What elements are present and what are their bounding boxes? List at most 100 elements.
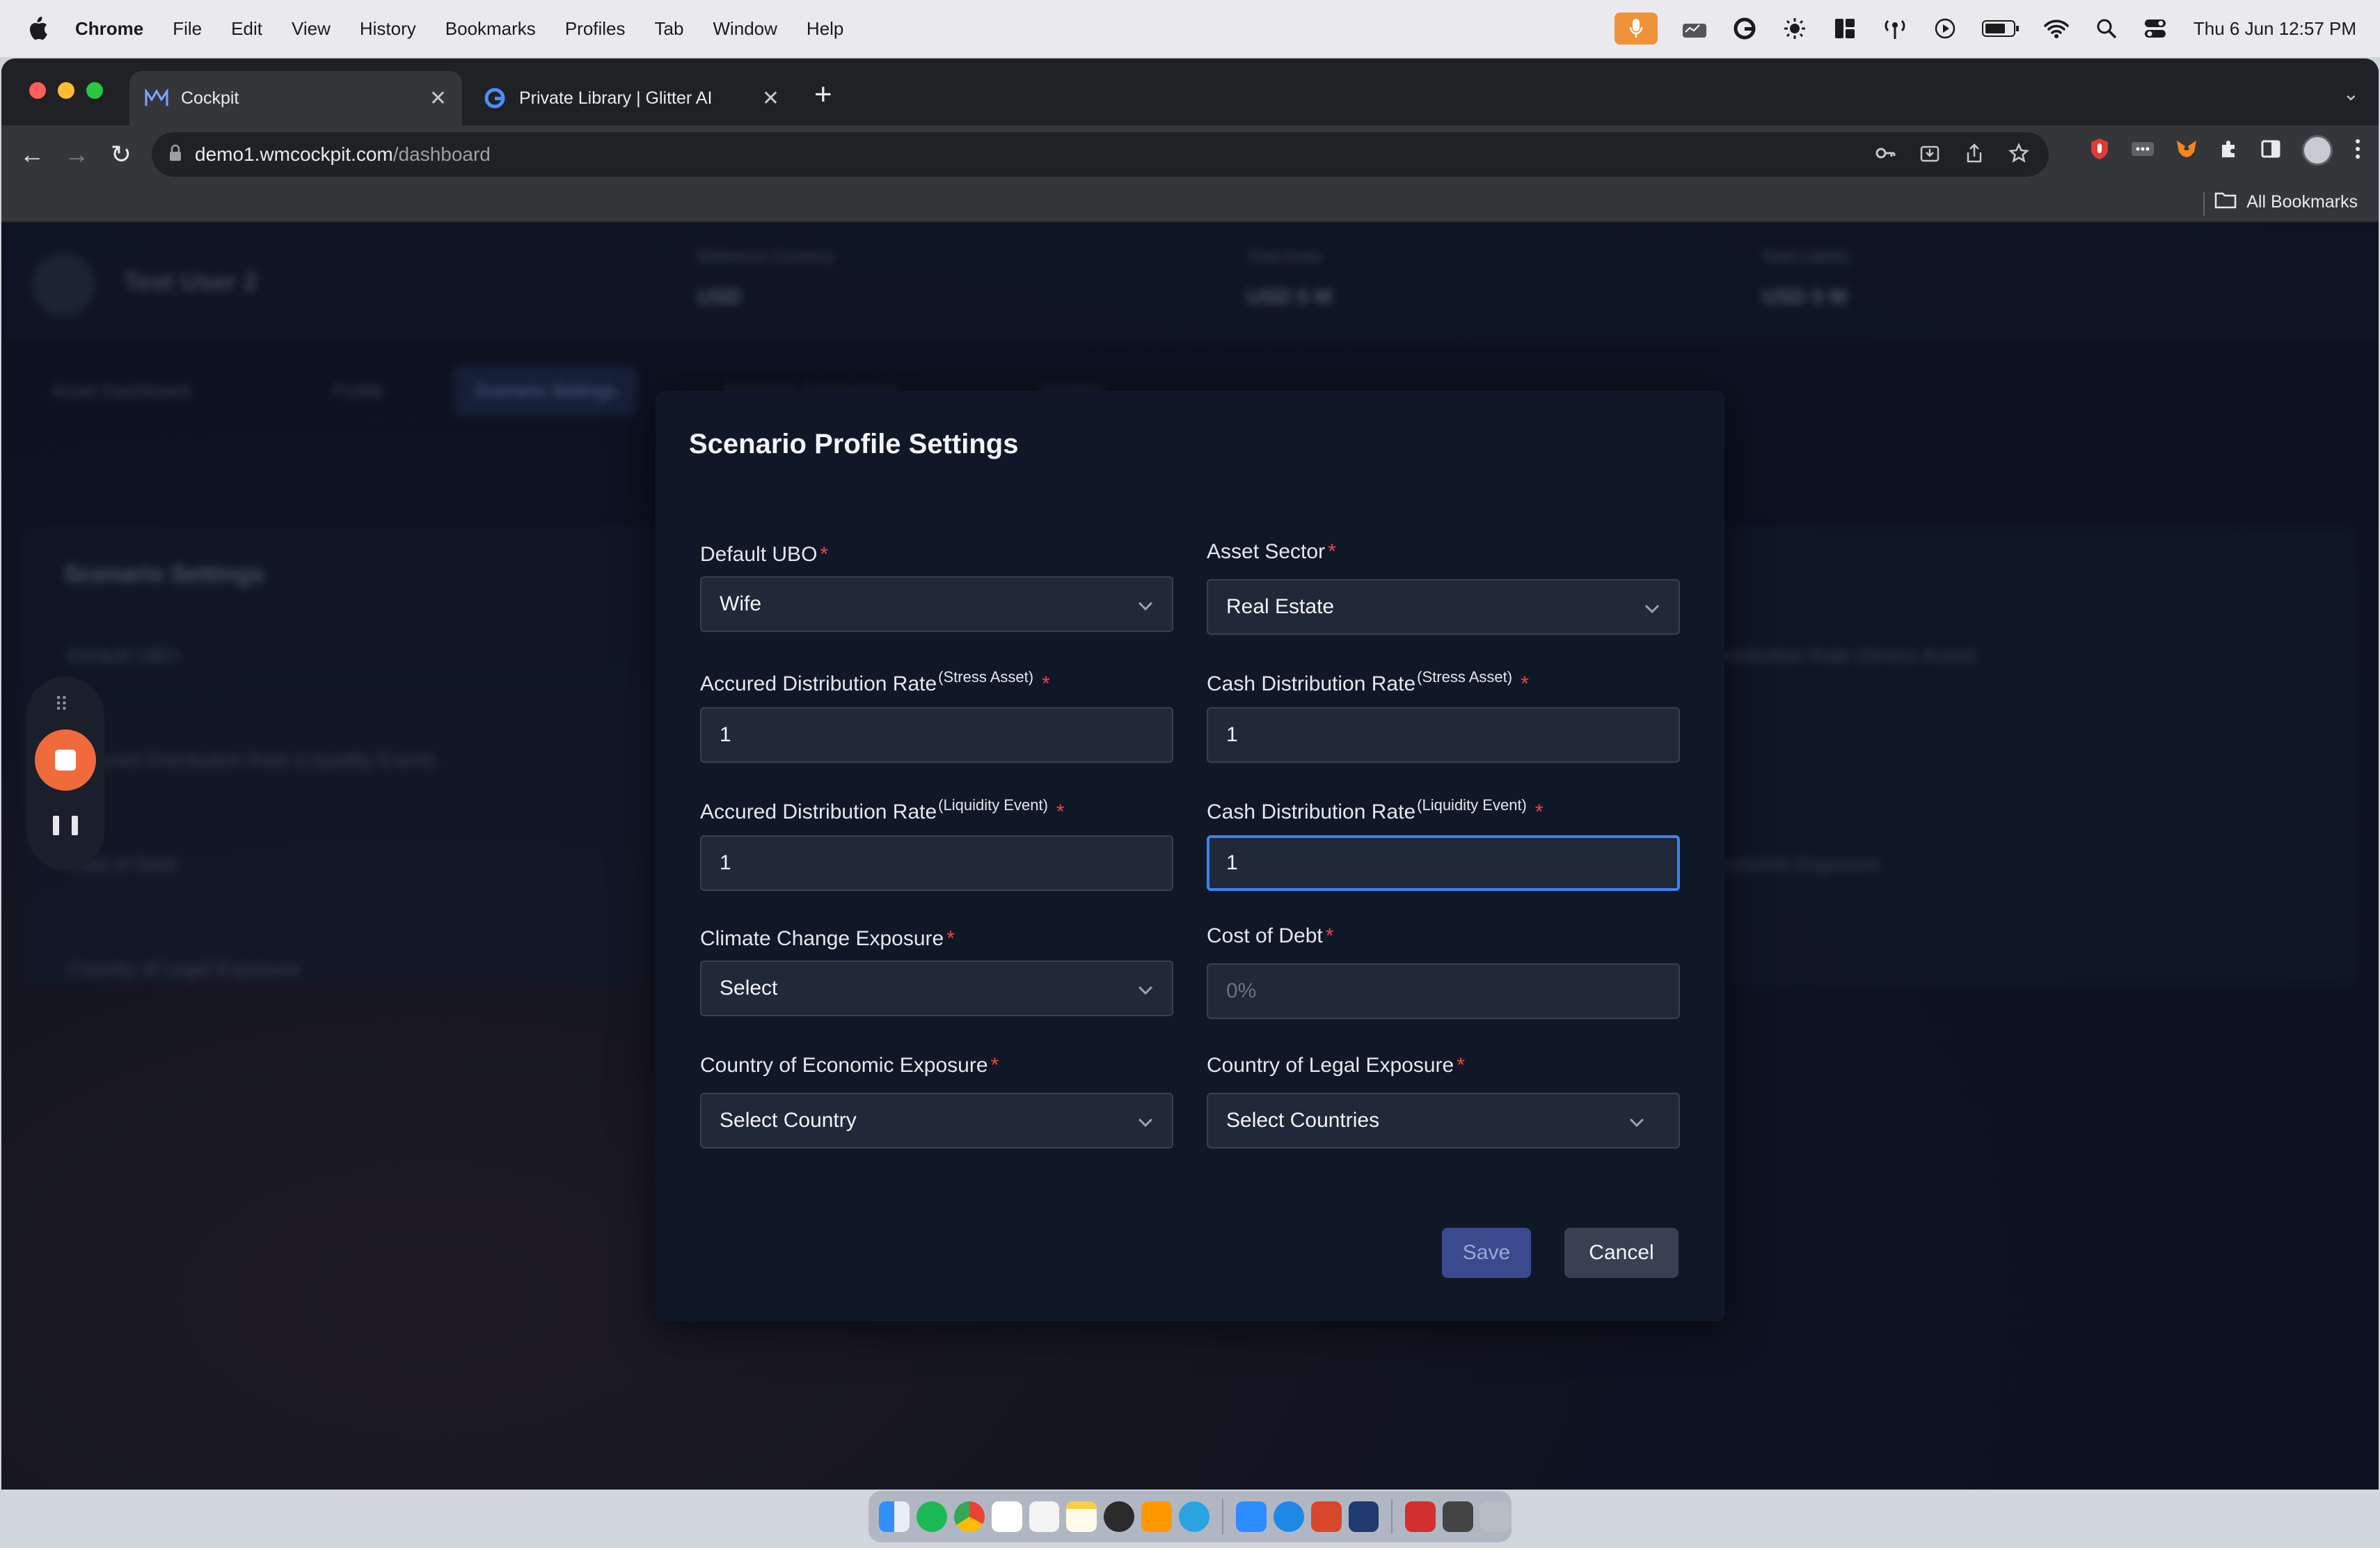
metamask-fox-icon[interactable] — [2175, 139, 2198, 163]
menu-app-name[interactable]: Chrome — [75, 18, 143, 40]
play-icon[interactable] — [1932, 15, 1958, 42]
spotify-icon[interactable] — [916, 1501, 947, 1532]
profile-avatar[interactable] — [2302, 135, 2333, 166]
tab-search-chevron-icon[interactable]: ⌄ — [2343, 82, 2359, 105]
microphone-icon[interactable] — [1614, 13, 1658, 45]
label-accured-distribution-liquidity: Accured Distribution Rate(Liquidity Even… — [700, 796, 1065, 823]
spotlight-search-icon[interactable] — [2093, 15, 2120, 42]
lock-icon[interactable] — [168, 144, 182, 166]
menu-bookmarks[interactable]: Bookmarks — [445, 18, 536, 40]
window-controls — [29, 82, 103, 99]
install-app-icon[interactable] — [1919, 143, 1940, 167]
address-bar[interactable]: demo1.wmcockpit.com/dashboard — [152, 132, 2049, 177]
chatgpt-icon[interactable] — [1104, 1501, 1135, 1532]
chrome-icon[interactable] — [953, 1501, 985, 1532]
stop-recording-button[interactable] — [35, 729, 96, 791]
brightness-icon[interactable] — [1782, 15, 1808, 42]
extensions-puzzle-icon[interactable] — [2219, 139, 2239, 163]
menu-view[interactable]: View — [292, 18, 331, 40]
minimize-window-button[interactable] — [58, 82, 74, 99]
cost-of-debt-input[interactable]: 0% — [1207, 963, 1680, 1019]
new-tab-plus-icon[interactable]: + — [814, 79, 832, 110]
url-path: /dashboard — [392, 143, 491, 165]
card-title: Scenario Settings — [64, 561, 264, 587]
modal-title: Scenario Profile Settings — [689, 429, 1019, 459]
menu-help[interactable]: Help — [807, 18, 843, 40]
trash-icon[interactable] — [1480, 1501, 1511, 1532]
tab-asset-dashboard: Asset Dashboard — [51, 380, 191, 401]
card-field: Default UBO — [68, 645, 178, 666]
asset-sector-select[interactable]: Real Estate — [1207, 579, 1680, 635]
apple-icon[interactable] — [0, 15, 75, 42]
close-window-button[interactable] — [29, 82, 46, 99]
cash-distribution-liquidity-input[interactable]: 1 — [1207, 835, 1680, 891]
screenshot-preview-icon[interactable] — [1443, 1501, 1474, 1532]
stat-reference-currency: Reference Currency USD — [697, 248, 834, 308]
quicktime-icon[interactable] — [1348, 1501, 1379, 1532]
share-icon[interactable] — [1964, 143, 1985, 167]
layout-icon[interactable] — [1832, 15, 1858, 42]
economic-country-value: Select Country — [720, 1109, 857, 1132]
close-tab-icon[interactable]: ✕ — [429, 86, 447, 111]
notes-icon[interactable] — [1066, 1501, 1097, 1532]
country-economic-exposure-select[interactable]: Select Country — [700, 1093, 1173, 1148]
safari-icon[interactable] — [1273, 1501, 1304, 1532]
tab-cockpit[interactable]: Cockpit ✕ — [129, 71, 462, 125]
menu-edit[interactable]: Edit — [231, 18, 262, 40]
cash-distribution-stress-input[interactable]: 1 — [1207, 707, 1680, 763]
scenario-profile-settings-modal: Scenario Profile Settings Default UBO * W… — [656, 391, 1724, 1321]
sublime-text-icon[interactable] — [1141, 1501, 1172, 1532]
reload-icon[interactable]: ↻ — [99, 132, 143, 177]
cancel-button[interactable]: Cancel — [1564, 1228, 1679, 1278]
url-host: demo1.wmcockpit.com — [195, 143, 393, 165]
activity-monitor-icon[interactable] — [1681, 15, 1708, 42]
battery-icon — [1981, 15, 2020, 42]
close-tab-icon[interactable]: ✕ — [762, 86, 779, 111]
accured-distribution-stress-input[interactable]: 1 — [700, 707, 1173, 763]
acrobat-icon[interactable] — [1405, 1501, 1436, 1532]
telegram-icon[interactable] — [1179, 1501, 1209, 1532]
chrome-menu-kebab-icon[interactable] — [2354, 138, 2362, 164]
card-field: Distribution Rate (Stress Asset) — [1706, 645, 1978, 666]
antenna-icon[interactable] — [1882, 15, 1908, 42]
menu-profiles[interactable]: Profiles — [565, 18, 626, 40]
forward-arrow-icon[interactable]: → — [54, 132, 99, 177]
back-arrow-icon[interactable]: ← — [10, 132, 54, 177]
tab-scenario-settings: Scenario Settings — [454, 366, 637, 416]
zoom-window-button[interactable] — [86, 82, 103, 99]
client-header: Test User 2 Reference Currency USD Total … — [1, 223, 2379, 341]
grammarly-icon[interactable] — [1731, 15, 1758, 42]
side-panel-icon[interactable] — [2260, 139, 2281, 163]
climate-change-value: Select — [720, 977, 778, 1000]
all-bookmarks-label: All Bookmarks — [2246, 192, 2358, 212]
control-center-icon[interactable] — [2143, 15, 2170, 42]
key-icon[interactable] — [1875, 143, 1896, 167]
save-button[interactable]: Save — [1442, 1228, 1531, 1278]
url-text[interactable]: demo1.wmcockpit.com/dashboard — [195, 143, 491, 166]
accured-distribution-liquidity-input[interactable]: 1 — [700, 835, 1173, 891]
bookmark-star-icon[interactable] — [2008, 142, 2030, 167]
extension-shield-icon[interactable] — [2089, 137, 2110, 164]
zoom-icon[interactable] — [1235, 1501, 1267, 1532]
all-bookmarks-button[interactable]: All Bookmarks — [2214, 191, 2358, 214]
label-asset-sector: Asset Sector * — [1207, 540, 1336, 563]
glitter-favicon-icon — [483, 86, 507, 110]
extension-dots-icon[interactable] — [2131, 140, 2155, 161]
menu-file[interactable]: File — [173, 18, 202, 40]
menu-clock[interactable]: Thu 6 Jun 12:57 PM — [2193, 18, 2356, 40]
legal-country-value: Select Countries — [1226, 1109, 1380, 1132]
menu-tab[interactable]: Tab — [655, 18, 684, 40]
drag-handle-icon[interactable]: ⠿ — [54, 693, 70, 716]
menu-history[interactable]: History — [360, 18, 416, 40]
climate-change-exposure-select[interactable]: Select — [700, 961, 1173, 1016]
finder-icon[interactable] — [879, 1501, 910, 1532]
pause-recording-button[interactable] — [53, 816, 78, 844]
default-ubo-select[interactable]: Wife — [700, 576, 1173, 632]
wifi-icon[interactable] — [2043, 15, 2070, 42]
office-app-icon[interactable] — [1310, 1501, 1342, 1532]
calendar-icon[interactable] — [991, 1501, 1022, 1532]
reminders-icon[interactable] — [1029, 1501, 1060, 1532]
tab-glitter-ai[interactable]: Private Library | Glitter AI ✕ — [468, 71, 795, 125]
menu-window[interactable]: Window — [713, 18, 777, 40]
country-legal-exposure-select[interactable]: Select Countries — [1207, 1093, 1680, 1148]
